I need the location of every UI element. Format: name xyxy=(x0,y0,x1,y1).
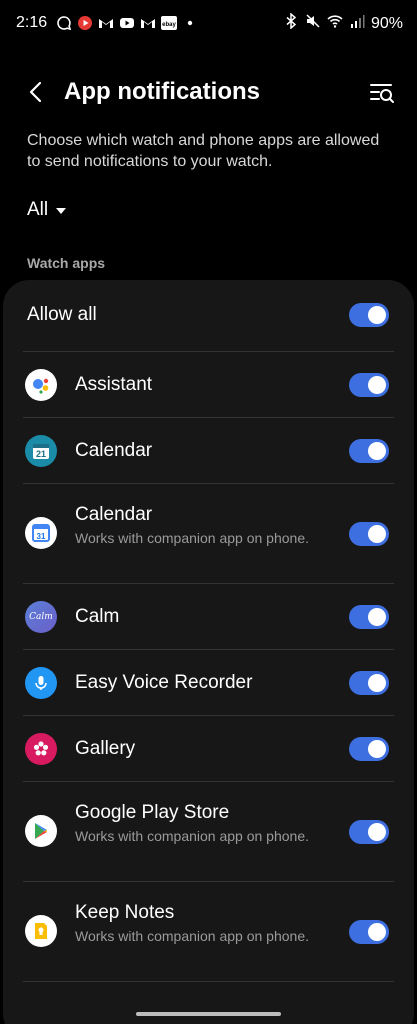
app-subtitle: Works with companion app on phone. xyxy=(75,530,309,546)
caret-down-icon xyxy=(56,208,67,214)
home-indicator[interactable] xyxy=(136,1012,281,1016)
allow-all-toggle[interactable] xyxy=(349,303,389,327)
status-time: 2:16 xyxy=(16,14,48,31)
app-subtitle: Works with companion app on phone. xyxy=(75,828,309,844)
app-name: Gallery xyxy=(75,738,136,759)
back-button[interactable] xyxy=(20,76,52,108)
gallery-flower-icon xyxy=(25,733,57,765)
youtube-icon xyxy=(77,15,93,31)
samsung-calendar-icon: 21 xyxy=(25,435,57,467)
google-calendar-icon: 31 xyxy=(25,517,57,549)
allow-all-row[interactable]: Allow all xyxy=(3,280,414,350)
assistant-toggle[interactable] xyxy=(349,373,389,397)
app-name: Easy Voice Recorder xyxy=(75,672,253,693)
list-search-icon xyxy=(370,84,394,103)
app-row-google-play-store[interactable]: Google Play Store Works with companion a… xyxy=(3,782,414,882)
keep-notes-icon xyxy=(25,915,57,947)
wifi-icon xyxy=(327,13,343,34)
page-title: App notifications xyxy=(64,78,260,105)
google-calendar-toggle[interactable] xyxy=(349,522,389,546)
app-name: Calendar xyxy=(75,440,153,461)
section-label: Watch apps xyxy=(27,255,106,271)
app-subtitle: Works with companion app on phone. xyxy=(75,928,309,944)
app-name: Calm xyxy=(75,606,120,627)
filter-selected: All xyxy=(27,199,49,220)
youtube-icon xyxy=(119,15,135,31)
filter-dropdown[interactable]: All xyxy=(27,199,67,221)
svg-text:31: 31 xyxy=(37,532,46,541)
app-row-calendar[interactable]: 21 Calendar xyxy=(3,418,414,484)
battery-level: 90% xyxy=(370,14,403,32)
microphone-icon xyxy=(25,667,57,699)
notification-icons: ebay xyxy=(56,15,198,31)
easy-voice-recorder-toggle[interactable] xyxy=(349,671,389,695)
apps-card: Allow all Assistant 21 Calendar 31 Calen… xyxy=(3,280,414,1024)
allow-all-label: Allow all xyxy=(27,304,97,325)
signal-icon xyxy=(349,13,365,34)
calendar-toggle[interactable] xyxy=(349,439,389,463)
calm-icon: Calm xyxy=(25,601,57,633)
gmail-icon xyxy=(140,15,156,31)
mute-icon xyxy=(305,13,321,34)
app-row-calm[interactable]: Calm Calm xyxy=(3,584,414,650)
page-description: Choose which watch and phone apps are al… xyxy=(27,132,380,170)
divider xyxy=(23,981,394,982)
google-play-store-toggle[interactable] xyxy=(349,820,389,844)
svg-text:21: 21 xyxy=(36,449,46,459)
calm-toggle[interactable] xyxy=(349,605,389,629)
svg-text:ebay: ebay xyxy=(162,22,176,28)
dot-icon xyxy=(182,15,198,31)
system-icons: 90% xyxy=(283,12,403,34)
search-button[interactable] xyxy=(367,78,397,108)
play-store-icon xyxy=(25,815,57,847)
keep-notes-toggle[interactable] xyxy=(349,920,389,944)
app-row-keep-notes[interactable]: Keep Notes Works with companion app on p… xyxy=(3,882,414,982)
google-assistant-icon xyxy=(25,369,57,401)
app-row-gallery[interactable]: Gallery xyxy=(3,716,414,782)
app-name: Google Play Store xyxy=(75,802,230,823)
app-row-easy-voice-recorder[interactable]: Easy Voice Recorder xyxy=(3,650,414,716)
gallery-toggle[interactable] xyxy=(349,737,389,761)
bluetooth-icon xyxy=(283,12,299,34)
status-bar: 2:16 ebay 90% xyxy=(0,0,417,48)
app-name: Calendar xyxy=(75,504,153,525)
app-row-assistant[interactable]: Assistant xyxy=(3,352,414,418)
app-header: App notifications xyxy=(0,70,417,116)
gmail-icon xyxy=(98,15,114,31)
app-row-google-calendar[interactable]: 31 Calendar Works with companion app on … xyxy=(3,484,414,584)
back-arrow-icon xyxy=(29,81,42,103)
ebay-icon: ebay xyxy=(161,15,177,31)
app-name: Assistant xyxy=(75,374,153,395)
chat-icon xyxy=(56,15,72,31)
app-name: Keep Notes xyxy=(75,902,175,923)
